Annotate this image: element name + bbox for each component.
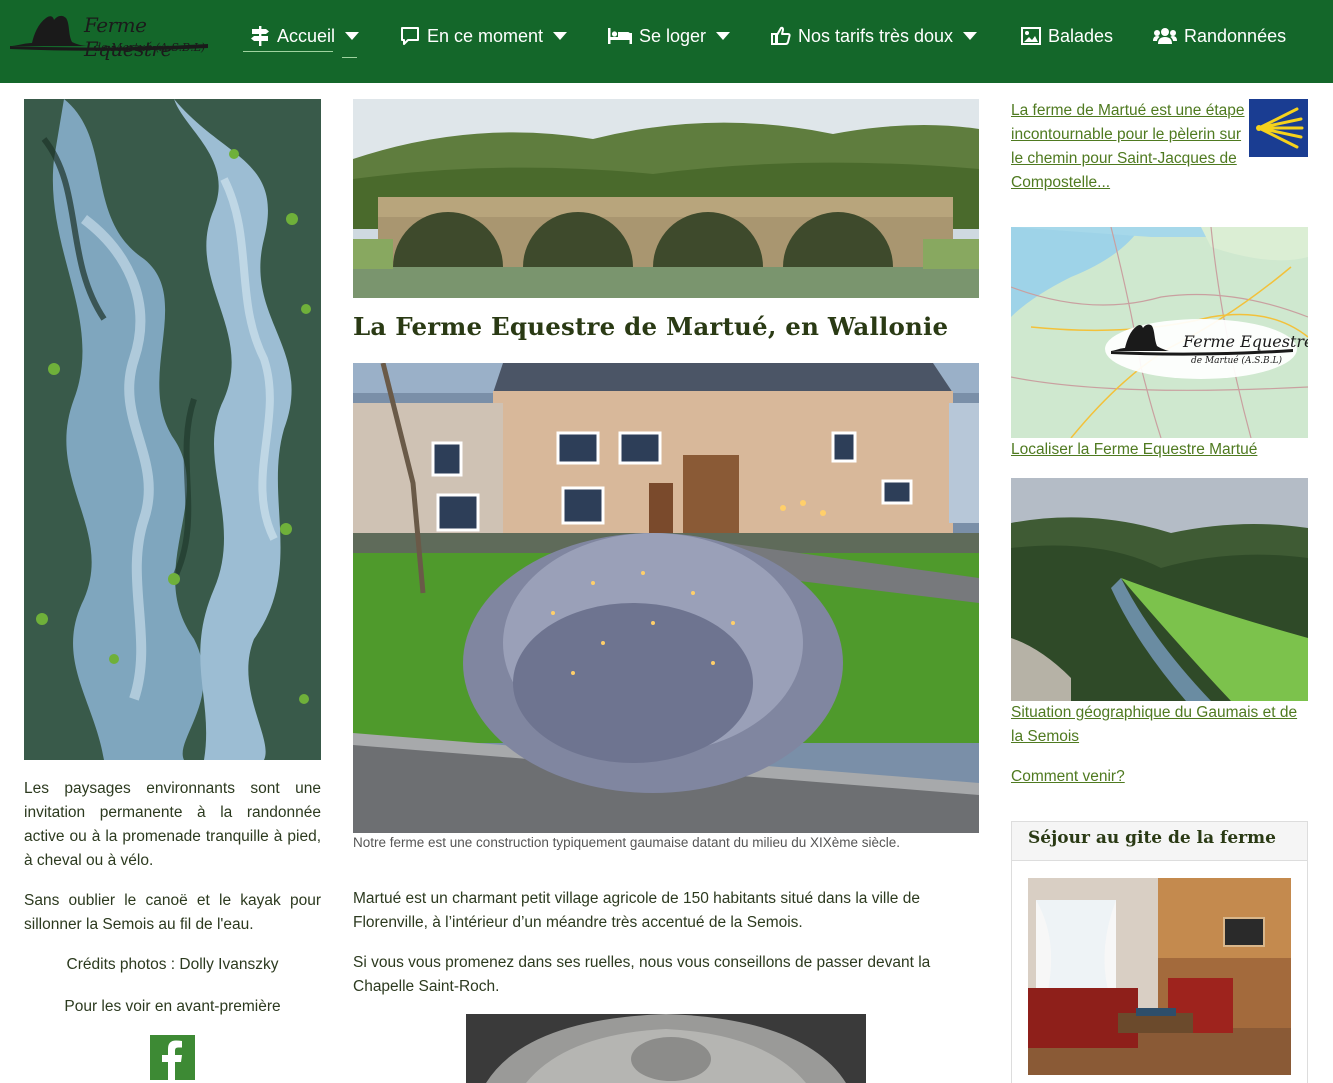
directions-link[interactable]: Comment venir? [1011, 765, 1308, 789]
frozen-stream-photo [24, 99, 321, 760]
thumbs-up-icon [770, 25, 792, 47]
signpost-icon [249, 25, 271, 47]
page-title: La Ferme Equestre de Martué, en Wallonie [353, 312, 949, 341]
carved-stone-photo [466, 1014, 866, 1083]
chevron-down-icon [345, 32, 360, 40]
nav-en-ce-moment-label: En ce moment [427, 25, 544, 46]
users-icon [1152, 25, 1178, 47]
gite-widget-title: Séjour au gite de la ferme [1012, 822, 1307, 861]
nav-se-loger-label: Se loger [639, 25, 707, 46]
stone-bridge-photo [353, 99, 979, 298]
locate-farm-link[interactable]: Localiser la Ferme Equestre Martué [1011, 438, 1308, 462]
nav-accueil[interactable]: Accueil [249, 22, 360, 50]
chevron-down-icon [553, 32, 568, 40]
left-paragraph-1: Les paysages environnants sont une invit… [24, 780, 321, 869]
active-nav-caret-underline [342, 57, 357, 58]
location-map[interactable]: Ferme Equestre de Martué (A.S.B.L) [1011, 227, 1308, 438]
nav-en-ce-moment[interactable]: En ce moment [399, 22, 568, 50]
semois-valley-photo[interactable] [1011, 478, 1308, 701]
left-paragraph-2: Sans oublier le canoë et le kayak pour s… [24, 892, 321, 933]
nav-randonnees-label: Randonnées [1184, 25, 1287, 46]
geography-link[interactable]: Situation géographique du Gaumais et de … [1011, 701, 1308, 749]
main-paragraph-1: Martué est un charmant petit village agr… [353, 890, 920, 931]
nav-accueil-label: Accueil [277, 25, 336, 46]
gite-living-room-photo[interactable] [1028, 878, 1291, 1075]
gite-widget: Séjour au gite de la ferme [1011, 821, 1308, 1083]
nav-balades[interactable]: Balades [1020, 22, 1113, 50]
scallop-shell-icon[interactable] [1249, 99, 1308, 157]
nav-tarifs-label: Nos tarifs très doux [798, 25, 954, 46]
map-logo-title: Ferme Equestre [1182, 332, 1308, 351]
map-logo-subtitle: de Martué (A.S.B.L) [1191, 355, 1282, 366]
bed-icon [607, 25, 633, 47]
photo-credits: Crédits photos : Dolly Ivanszky [66, 956, 279, 973]
site-logo[interactable]: Ferme Equestre de Martué (A.S.B.L) [10, 12, 210, 61]
active-nav-underline [243, 51, 333, 52]
nav-balades-label: Balades [1048, 25, 1114, 46]
farm-photo-caption: Notre ferme est une construction typique… [353, 835, 901, 850]
main-paragraph-2: Si vous vous promenez dans ses ruelles, … [353, 954, 931, 995]
comment-icon [399, 25, 421, 47]
logo-subtitle: de Martué (A.S.B.L) [94, 41, 206, 54]
farm-house-photo [353, 363, 979, 833]
chevron-down-icon [963, 32, 978, 40]
nav-randonnees[interactable]: Randonnées [1152, 22, 1286, 50]
image-icon [1020, 25, 1042, 47]
facebook-icon[interactable] [150, 1035, 195, 1080]
top-navbar: Ferme Equestre de Martué (A.S.B.L) Accue… [0, 0, 1333, 83]
nav-tarifs[interactable]: Nos tarifs très doux [770, 22, 978, 50]
preview-text: Pour les voir en avant-première [64, 998, 281, 1015]
chevron-down-icon [716, 32, 731, 40]
pilgrim-link[interactable]: La ferme de Martué est une étape inconto… [1011, 99, 1247, 195]
nav-se-loger[interactable]: Se loger [607, 22, 731, 50]
